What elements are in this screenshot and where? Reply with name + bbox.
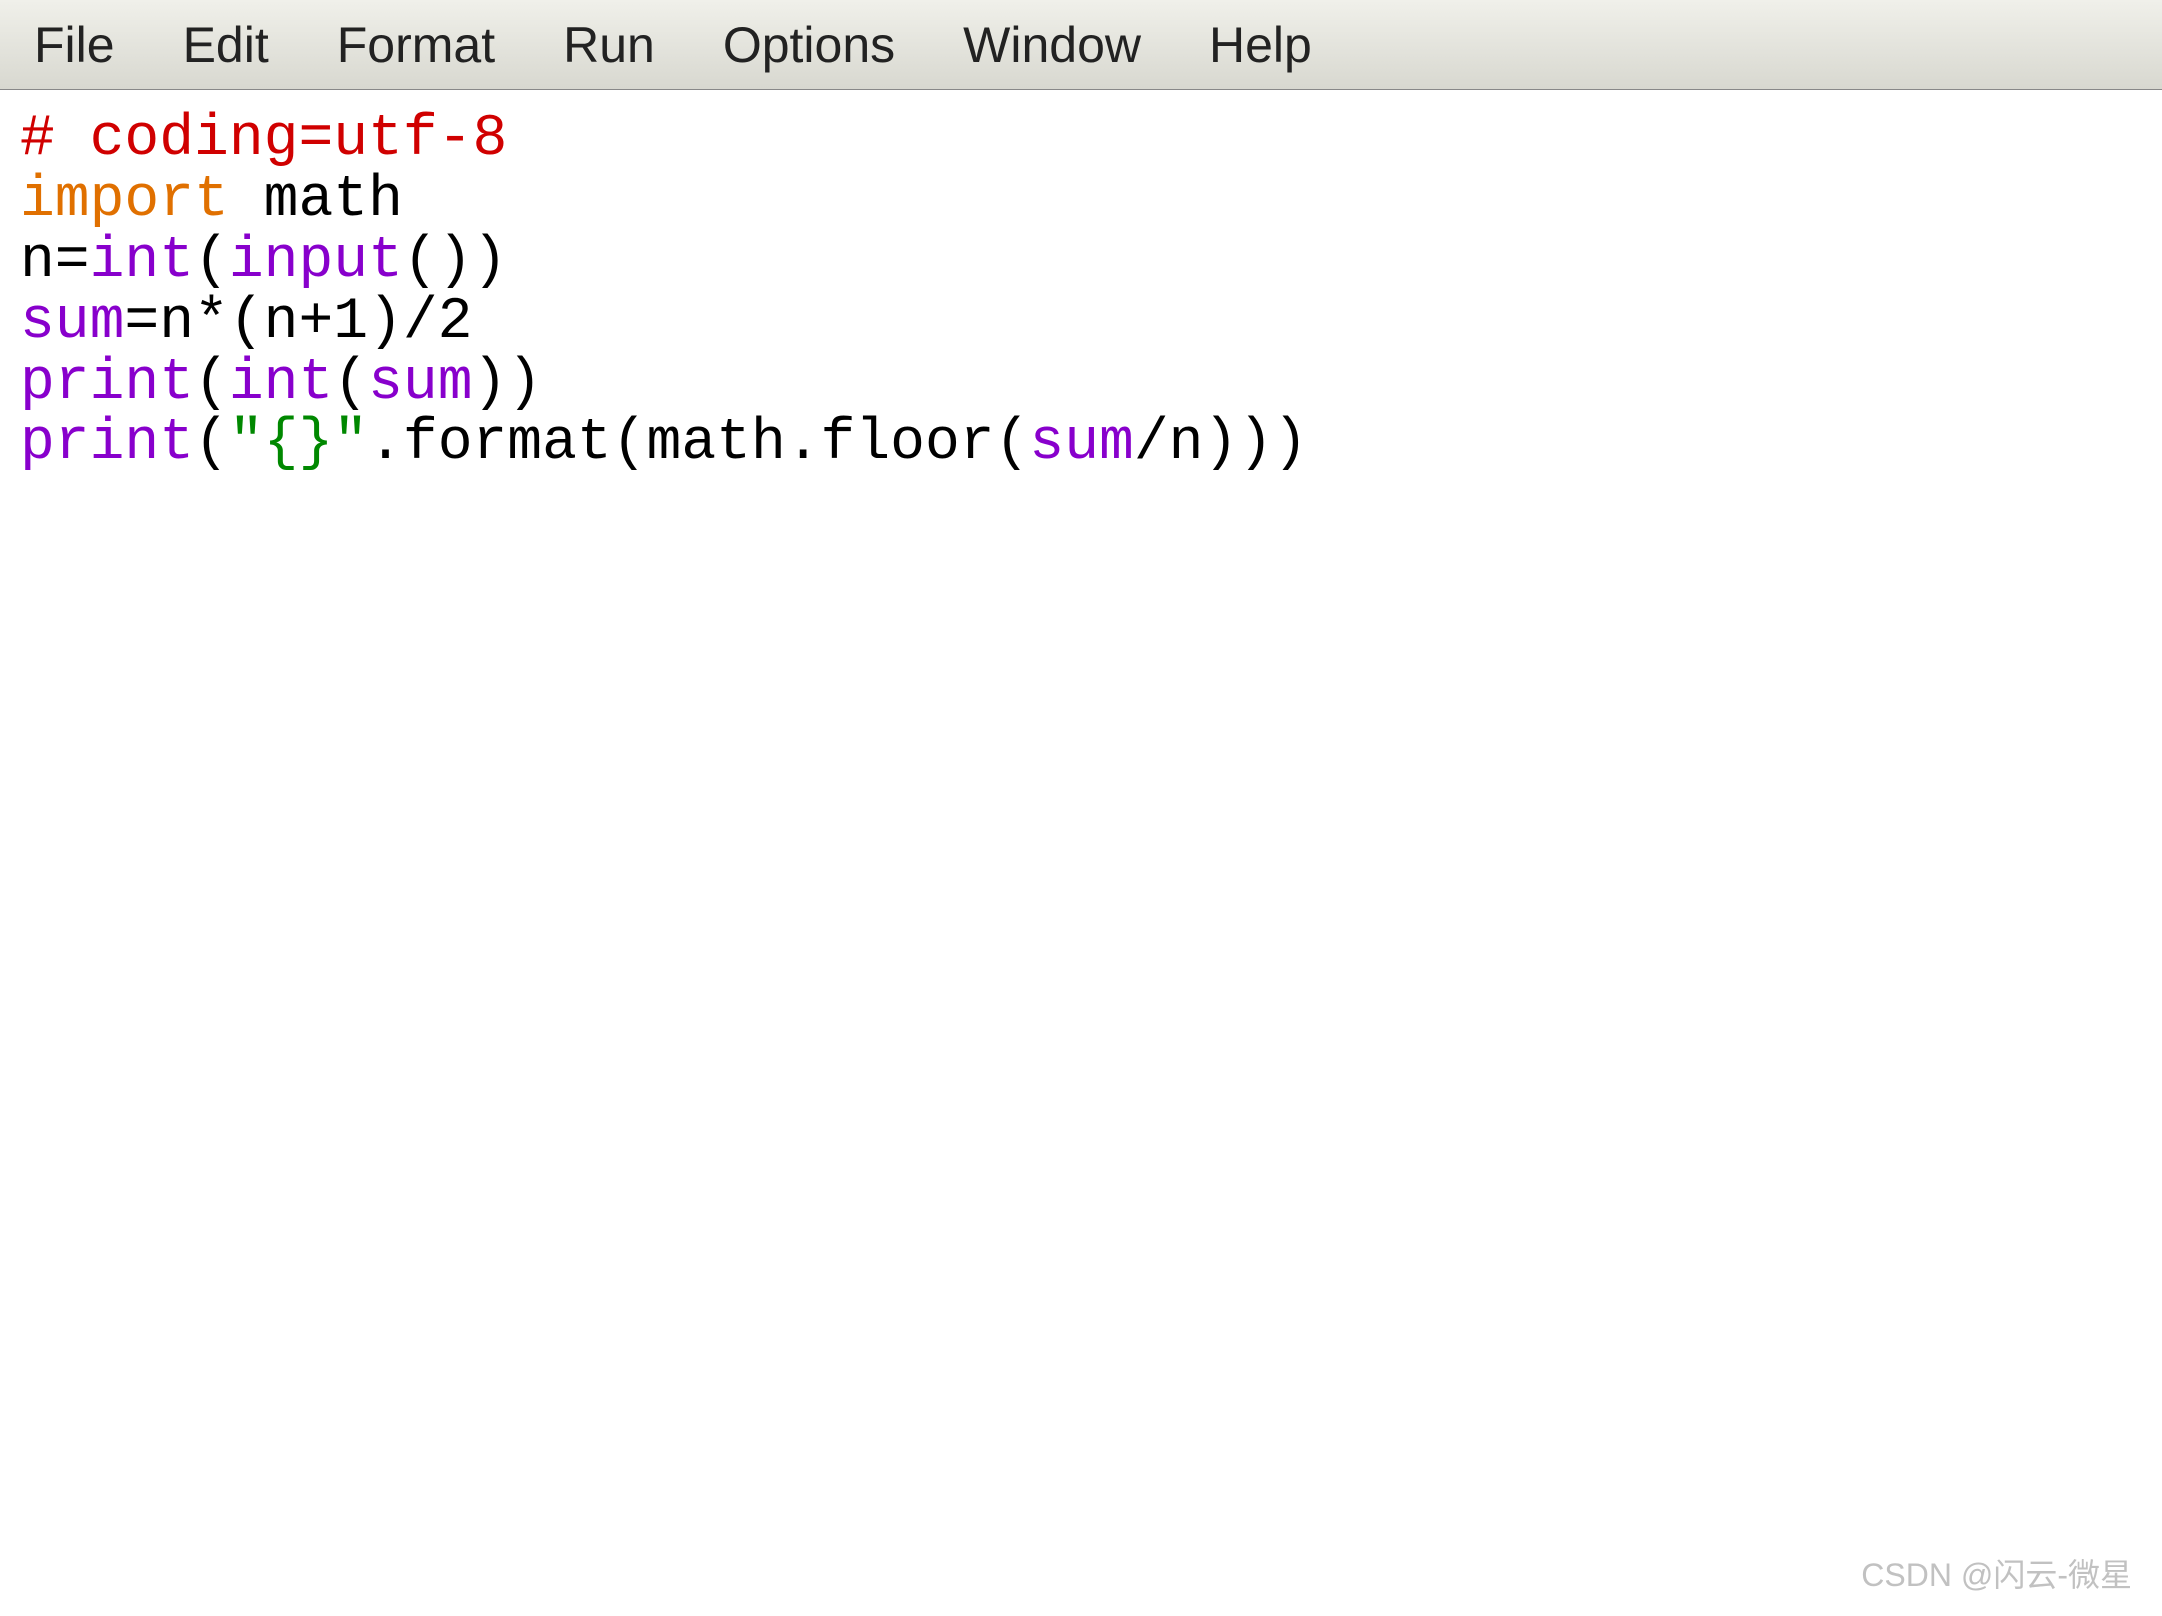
code-line[interactable]: # coding=utf-8 — [20, 110, 2142, 171]
menu-help[interactable]: Help — [1205, 8, 1316, 82]
code-token: "{}" — [229, 411, 368, 476]
menu-format[interactable]: Format — [333, 8, 499, 82]
code-token: sum — [1029, 411, 1133, 476]
menu-run[interactable]: Run — [559, 8, 659, 82]
code-token: ()) — [403, 229, 507, 294]
code-token: input — [229, 229, 403, 294]
code-line[interactable]: print("{}".format(math.floor(sum/n))) — [20, 414, 2142, 475]
code-token: # coding=utf-8 — [20, 107, 507, 172]
code-token: int — [229, 351, 333, 416]
code-token: import — [20, 168, 229, 233]
menu-window[interactable]: Window — [959, 8, 1145, 82]
code-line[interactable]: sum=n*(n+1)/2 — [20, 293, 2142, 354]
code-token: ( — [194, 229, 229, 294]
code-token: n= — [20, 229, 90, 294]
code-token: print — [20, 411, 194, 476]
menu-file[interactable]: File — [30, 8, 119, 82]
code-line[interactable]: n=int(input()) — [20, 232, 2142, 293]
code-line[interactable]: import math — [20, 171, 2142, 232]
menu-edit[interactable]: Edit — [179, 8, 273, 82]
code-token: ( — [333, 351, 368, 416]
menu-bar: File Edit Format Run Options Window Help — [0, 0, 2162, 90]
code-token: ( — [194, 411, 229, 476]
code-token: )) — [473, 351, 543, 416]
menu-options[interactable]: Options — [719, 8, 899, 82]
code-token: int — [90, 229, 194, 294]
code-line[interactable]: print(int(sum)) — [20, 354, 2142, 415]
code-token: =n*(n+1)/2 — [124, 290, 472, 355]
watermark: CSDN @闪云-微星 — [1861, 1550, 2132, 1596]
code-token: /n))) — [1134, 411, 1308, 476]
code-token: sum — [20, 290, 124, 355]
code-token: math — [229, 168, 403, 233]
code-token: print — [20, 351, 194, 416]
code-token: ( — [194, 351, 229, 416]
code-token: sum — [368, 351, 472, 416]
code-editor[interactable]: # coding=utf-8import mathn=int(input())s… — [0, 90, 2162, 1616]
code-token: .format(math.floor( — [368, 411, 1029, 476]
